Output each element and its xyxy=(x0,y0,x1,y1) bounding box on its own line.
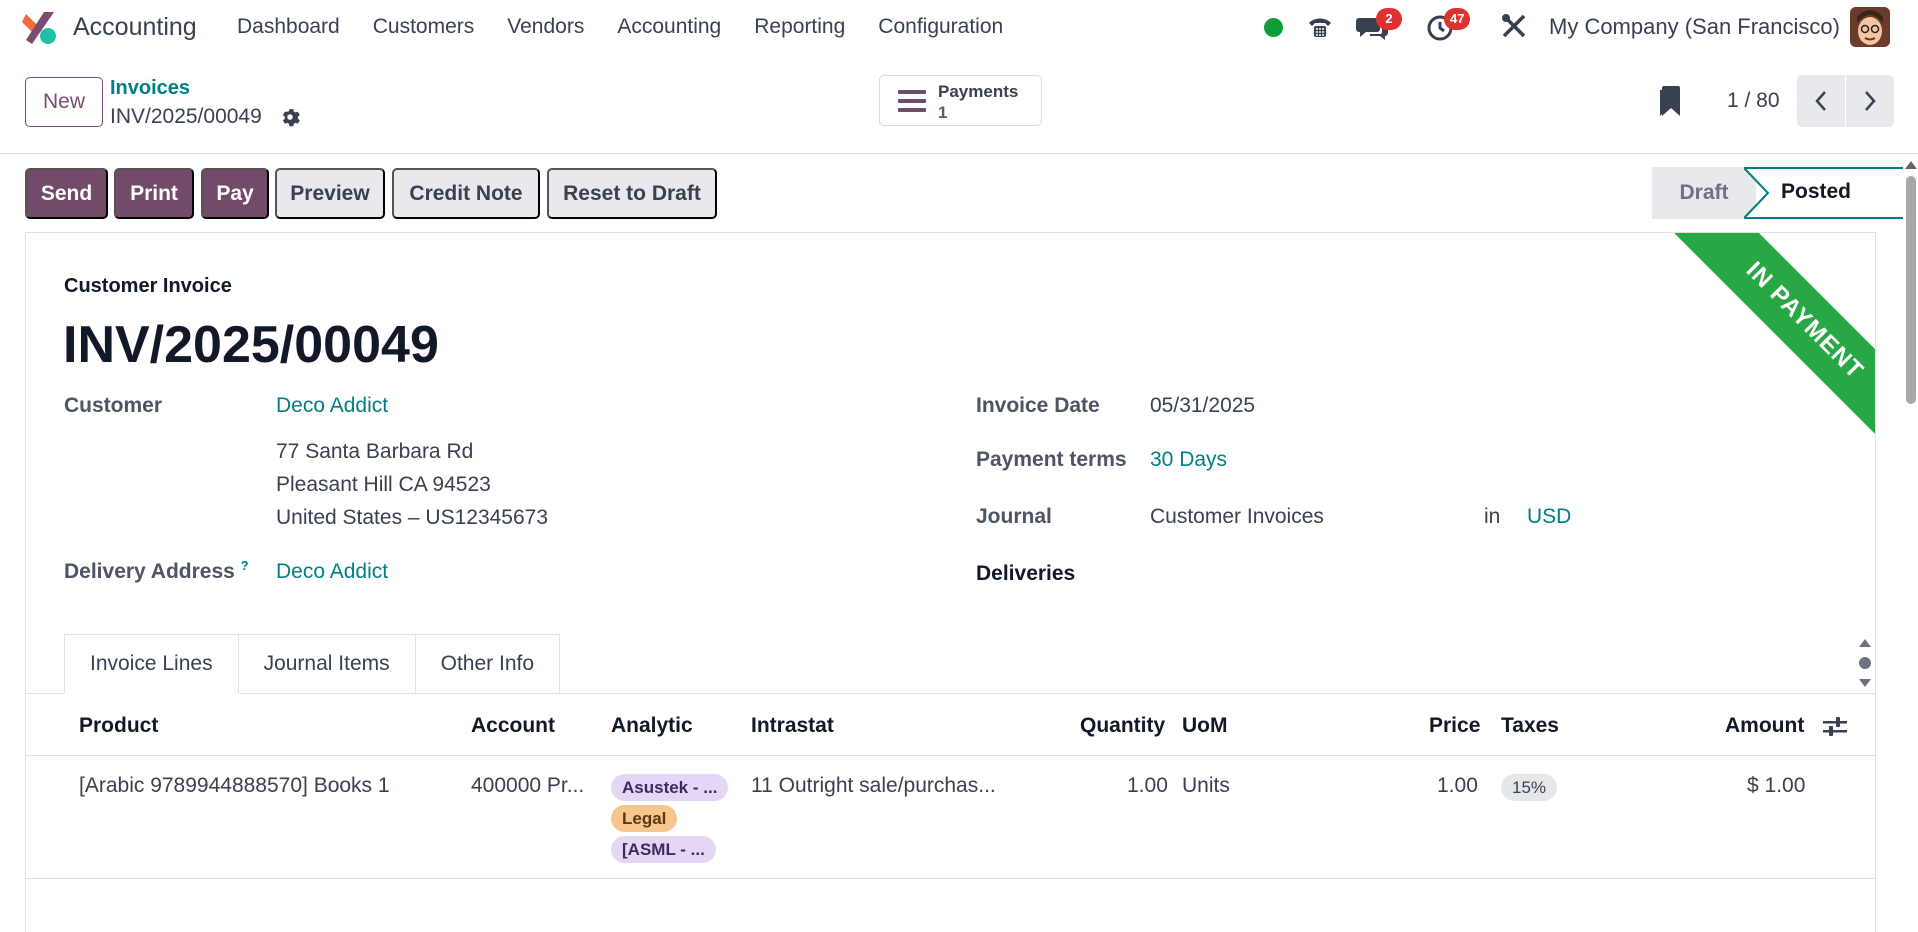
invoice-number-title: INV/2025/00049 xyxy=(63,316,439,374)
drag-handle-icon[interactable] xyxy=(1857,637,1873,689)
invoice-date-label: Invoice Date xyxy=(976,394,1100,417)
column-taxes[interactable]: Taxes xyxy=(1501,714,1559,738)
column-product[interactable]: Product xyxy=(79,714,158,738)
table-header-divider xyxy=(26,755,1875,756)
scroll-up-arrow-icon[interactable] xyxy=(1905,161,1917,169)
payment-terms-field[interactable]: 30 Days xyxy=(1150,448,1227,472)
status-draft[interactable]: Draft xyxy=(1652,167,1756,219)
payments-count: 1 xyxy=(938,103,948,122)
notebook-tabs: Invoice Lines Journal Items Other Info xyxy=(64,634,561,694)
phone-icon[interactable] xyxy=(1306,13,1334,41)
analytic-tag[interactable]: [ASML - ... xyxy=(611,836,716,863)
breadcrumb-invoices-link[interactable]: Invoices xyxy=(110,77,190,100)
column-price[interactable]: Price xyxy=(1429,714,1480,738)
tax-badge[interactable]: 15% xyxy=(1501,774,1558,801)
currency-field[interactable]: USD xyxy=(1527,505,1571,529)
pay-button[interactable]: Pay xyxy=(201,168,269,219)
deliveries-label: Deliveries xyxy=(976,562,1076,585)
analytic-tag[interactable]: Asustek - ... xyxy=(611,774,729,801)
analytic-tag[interactable]: Legal xyxy=(611,805,678,832)
reset-to-draft-button[interactable]: Reset to Draft xyxy=(547,168,717,219)
tab-journal-items[interactable]: Journal Items xyxy=(238,634,416,694)
bookmark-icon[interactable] xyxy=(1660,86,1682,116)
row-account[interactable]: 400000 Pr... xyxy=(471,774,584,798)
preview-button[interactable]: Preview xyxy=(275,168,385,219)
new-button[interactable]: New xyxy=(25,77,103,127)
breadcrumb-current-record: INV/2025/00049 xyxy=(110,105,262,128)
user-avatar[interactable] xyxy=(1850,7,1890,47)
column-quantity[interactable]: Quantity xyxy=(1080,714,1165,738)
journal-field[interactable]: Customer Invoices xyxy=(1150,505,1324,529)
document-type: Customer Invoice xyxy=(64,275,232,297)
top-navbar: Accounting Dashboard Customers Vendors A… xyxy=(0,0,1918,56)
control-panel: New Invoices INV/2025/00049 Payments 1 1… xyxy=(0,56,1918,154)
presence-status-icon[interactable] xyxy=(1264,18,1283,37)
row-quantity[interactable]: 1.00 xyxy=(1127,774,1168,798)
customer-label: Customer xyxy=(64,394,163,417)
main-menu: Dashboard Customers Vendors Accounting R… xyxy=(237,15,1036,39)
in-payment-ribbon: IN PAYMENT xyxy=(1637,233,1875,471)
ribbon-label: IN PAYMENT xyxy=(1666,233,1875,459)
messages-badge: 2 xyxy=(1376,8,1402,30)
menu-vendors[interactable]: Vendors xyxy=(507,15,584,39)
menu-customers[interactable]: Customers xyxy=(373,15,475,39)
menu-configuration[interactable]: Configuration xyxy=(878,15,1003,39)
gear-icon[interactable] xyxy=(279,106,301,128)
print-button[interactable]: Print xyxy=(114,168,194,219)
invoice-date-field[interactable]: 05/31/2025 xyxy=(1150,394,1255,418)
status-posted-label: Posted xyxy=(1781,180,1852,203)
payments-smart-button[interactable]: Payments 1 xyxy=(879,75,1042,126)
column-account[interactable]: Account xyxy=(471,714,555,738)
column-uom[interactable]: UoM xyxy=(1182,714,1228,738)
pager-next-button[interactable] xyxy=(1846,75,1894,127)
accounting-app-icon[interactable] xyxy=(22,10,58,46)
menu-reporting[interactable]: Reporting xyxy=(754,15,845,39)
tab-other-info[interactable]: Other Info xyxy=(415,634,561,694)
column-amount[interactable]: Amount xyxy=(1725,714,1804,738)
menu-dashboard[interactable]: Dashboard xyxy=(237,15,340,39)
column-analytic[interactable]: Analytic xyxy=(611,714,693,738)
list-bars-icon xyxy=(898,90,926,112)
debug-tools-icon[interactable] xyxy=(1501,13,1527,39)
company-switcher[interactable]: My Company (San Francisco) xyxy=(1549,14,1840,40)
column-intrastat[interactable]: Intrastat xyxy=(751,714,834,738)
pager-value[interactable]: 1 / 80 xyxy=(1727,89,1780,113)
tab-invoice-lines[interactable]: Invoice Lines xyxy=(64,634,239,694)
row-divider xyxy=(26,878,1875,879)
delivery-address-field[interactable]: Deco Addict xyxy=(276,560,388,584)
customer-field[interactable]: Deco Addict xyxy=(276,394,388,418)
app-name[interactable]: Accounting xyxy=(73,13,197,42)
row-price[interactable]: 1.00 xyxy=(1437,774,1478,798)
invoice-form-sheet: IN PAYMENT Customer Invoice INV/2025/000… xyxy=(25,232,1876,932)
menu-accounting[interactable]: Accounting xyxy=(617,15,721,39)
row-uom[interactable]: Units xyxy=(1182,774,1230,798)
help-tooltip-icon[interactable]: ? xyxy=(241,558,249,573)
delivery-address-label-text: Delivery Address xyxy=(64,560,235,583)
send-button[interactable]: Send xyxy=(25,168,108,219)
address-line-3: United States – US12345673 xyxy=(276,506,549,529)
scrollbar-thumb[interactable] xyxy=(1906,176,1916,404)
journal-label: Journal xyxy=(976,505,1052,528)
row-amount: $ 1.00 xyxy=(1747,774,1806,797)
chevron-right-icon xyxy=(1865,91,1876,111)
pager-previous-button[interactable] xyxy=(1797,75,1845,127)
payments-label: Payments xyxy=(938,82,1019,101)
delivery-address-label: Delivery Address ? xyxy=(64,558,249,584)
journal-in-label: in xyxy=(1484,505,1501,528)
address-line-2: Pleasant Hill CA 94523 xyxy=(276,473,491,496)
chevron-left-icon xyxy=(1815,91,1826,111)
row-intrastat[interactable]: 11 Outright sale/purchas... xyxy=(751,774,996,798)
payment-terms-label: Payment terms xyxy=(976,448,1127,471)
address-line-1: 77 Santa Barbara Rd xyxy=(276,440,474,463)
credit-note-button[interactable]: Credit Note xyxy=(392,168,540,219)
optional-columns-toggle-icon[interactable] xyxy=(1823,716,1847,738)
row-product[interactable]: [Arabic 9789944888570] Books 1 xyxy=(79,774,390,798)
activities-badge: 47 xyxy=(1444,8,1471,30)
